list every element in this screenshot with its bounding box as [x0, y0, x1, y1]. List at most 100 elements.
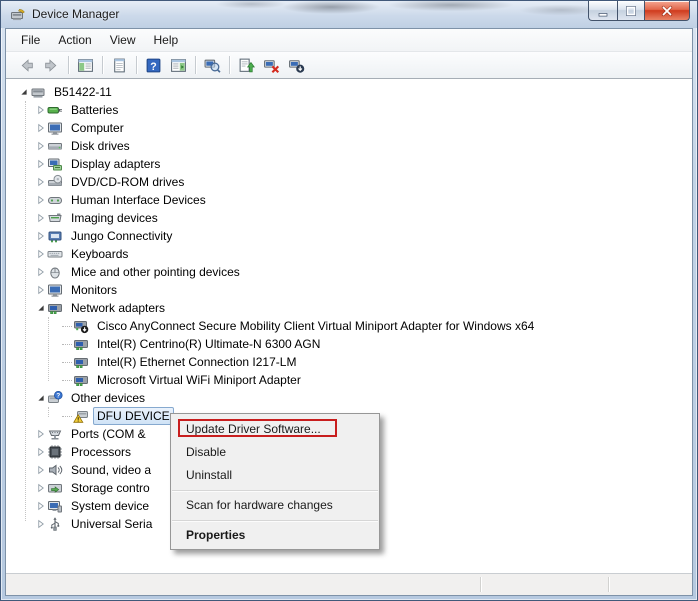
context-menu-item-uninstall[interactable]: Uninstall: [171, 464, 379, 487]
expand-expanded-icon: [35, 302, 47, 314]
tree-item[interactable]: Disk drives: [6, 137, 692, 155]
tree-item[interactable]: Computer: [6, 119, 692, 137]
expand-arrow-collapsed[interactable]: [35, 518, 47, 530]
expand-arrow-collapsed[interactable]: [35, 446, 47, 458]
usb-icon: [47, 516, 63, 532]
expand-arrow-collapsed[interactable]: [35, 122, 47, 134]
tree-item-label: System device: [67, 497, 153, 515]
mouse-icon: [47, 264, 63, 280]
help-icon: ?: [145, 57, 162, 74]
tree-item-label: Processors: [67, 443, 135, 461]
tree-item-icon-wrap: [47, 426, 63, 442]
expand-arrow-collapsed[interactable]: [35, 158, 47, 170]
tree-item-label: Microsoft Virtual WiFi Miniport Adapter: [93, 371, 305, 389]
tree-item-label: Computer: [67, 119, 128, 137]
expand-collapsed-icon: [35, 464, 47, 476]
toolbar-button-update-driver[interactable]: [235, 54, 258, 77]
show-console-tree-icon: [77, 57, 94, 74]
expand-arrow-collapsed[interactable]: [35, 212, 47, 224]
tree-item-label: Imaging devices: [67, 209, 162, 227]
toolbar-button-show-console-tree[interactable]: [74, 54, 97, 77]
toolbar-button-uninstall[interactable]: [260, 54, 283, 77]
expand-arrow-collapsed[interactable]: [35, 194, 47, 206]
toolbar-button-show-action-pane[interactable]: [167, 54, 190, 77]
tree-item[interactable]: Intel(R) Ethernet Connection I217-LM: [6, 353, 692, 371]
toolbar-button-disable-device[interactable]: [285, 54, 308, 77]
tree-item[interactable]: Display adapters: [6, 155, 692, 173]
context-menu-item-disable[interactable]: Disable: [171, 441, 379, 464]
menu-action[interactable]: Action: [49, 30, 100, 50]
tree-item-icon-wrap: [47, 210, 63, 226]
expand-collapsed-icon: [35, 104, 47, 116]
tree-item-icon-wrap: ?: [47, 390, 63, 406]
tree-item-label: Display adapters: [67, 155, 164, 173]
network-adapter-icon: [73, 372, 89, 388]
toolbar-button-scan-hardware[interactable]: [201, 54, 224, 77]
tree-guide-line: [48, 317, 49, 381]
close-icon: [659, 3, 675, 19]
context-menu-item-scan-for-hardware-changes[interactable]: Scan for hardware changes: [171, 494, 379, 517]
tree-item-icon-wrap: [47, 300, 63, 316]
show-action-pane-icon: [170, 57, 187, 74]
expand-arrow-collapsed[interactable]: [35, 428, 47, 440]
maximize-button[interactable]: [617, 1, 645, 21]
tree-item[interactable]: Monitors: [6, 281, 692, 299]
expand-arrow-collapsed[interactable]: [35, 500, 47, 512]
tree-connector: [62, 416, 72, 417]
tree-item[interactable]: Mice and other pointing devices: [6, 263, 692, 281]
expand-arrow-collapsed[interactable]: [35, 140, 47, 152]
expand-collapsed-icon: [35, 428, 47, 440]
tree-connector: [62, 380, 72, 381]
menu-file[interactable]: File: [12, 30, 49, 50]
expand-arrow-collapsed[interactable]: [35, 482, 47, 494]
tree-item-icon-wrap: [73, 372, 89, 388]
toolbar-button-help[interactable]: ?: [142, 54, 165, 77]
expand-arrow-collapsed[interactable]: [35, 104, 47, 116]
toolbar-button-properties[interactable]: [108, 54, 131, 77]
toolbar-button-back[interactable]: [15, 54, 38, 77]
title-bar[interactable]: Device Manager: [1, 1, 697, 28]
sound-icon: [47, 462, 63, 478]
tree-item[interactable]: B51422-11: [6, 83, 692, 101]
expand-arrow-expanded[interactable]: [35, 302, 47, 314]
expand-arrow-collapsed[interactable]: [35, 248, 47, 260]
tree-guide-line: [25, 101, 26, 521]
tree-item-label: Sound, video a: [67, 461, 155, 479]
toolbar-button-forward[interactable]: [40, 54, 63, 77]
tree-item-icon-wrap: [73, 354, 89, 370]
tree-item-label: Disk drives: [67, 137, 134, 155]
tree-item-label: Batteries: [67, 101, 122, 119]
expand-arrow-collapsed[interactable]: [35, 464, 47, 476]
tree-item[interactable]: ?Other devices: [6, 389, 692, 407]
tree-item[interactable]: Imaging devices: [6, 209, 692, 227]
tree-item[interactable]: DVD/CD-ROM drives: [6, 173, 692, 191]
expand-arrow-expanded[interactable]: [35, 392, 47, 404]
tree-item[interactable]: Microsoft Virtual WiFi Miniport Adapter: [6, 371, 692, 389]
expand-arrow-expanded[interactable]: [18, 86, 30, 98]
tree-item[interactable]: Human Interface Devices: [6, 191, 692, 209]
tree-item-icon-wrap: [47, 462, 63, 478]
tree-item-icon-wrap: [47, 192, 63, 208]
expand-arrow-collapsed[interactable]: [35, 266, 47, 278]
toolbar-separator: [102, 56, 103, 74]
storage-icon: [47, 480, 63, 496]
tree-item[interactable]: Keyboards: [6, 245, 692, 263]
tree-item[interactable]: Jungo Connectivity: [6, 227, 692, 245]
context-menu-item-properties[interactable]: Properties: [171, 524, 379, 547]
tree-item[interactable]: Cisco AnyConnect Secure Mobility Client …: [6, 317, 692, 335]
tree-guide-line: [48, 407, 49, 417]
expand-arrow-collapsed[interactable]: [35, 176, 47, 188]
menu-help[interactable]: Help: [145, 30, 188, 50]
tree-item[interactable]: Network adapters: [6, 299, 692, 317]
tree-item[interactable]: Intel(R) Centrino(R) Ultimate-N 6300 AGN: [6, 335, 692, 353]
network-adapter-icon: [73, 354, 89, 370]
scan-hardware-icon: [204, 57, 221, 74]
tree-item[interactable]: Batteries: [6, 101, 692, 119]
device-manager-title-icon: [10, 7, 26, 23]
close-button[interactable]: [645, 1, 690, 21]
menu-view[interactable]: View: [101, 30, 145, 50]
expand-arrow-collapsed[interactable]: [35, 230, 47, 242]
minimize-button[interactable]: [588, 1, 617, 21]
expand-arrow-collapsed[interactable]: [35, 284, 47, 296]
tree-item-label: Storage contro: [67, 479, 154, 497]
